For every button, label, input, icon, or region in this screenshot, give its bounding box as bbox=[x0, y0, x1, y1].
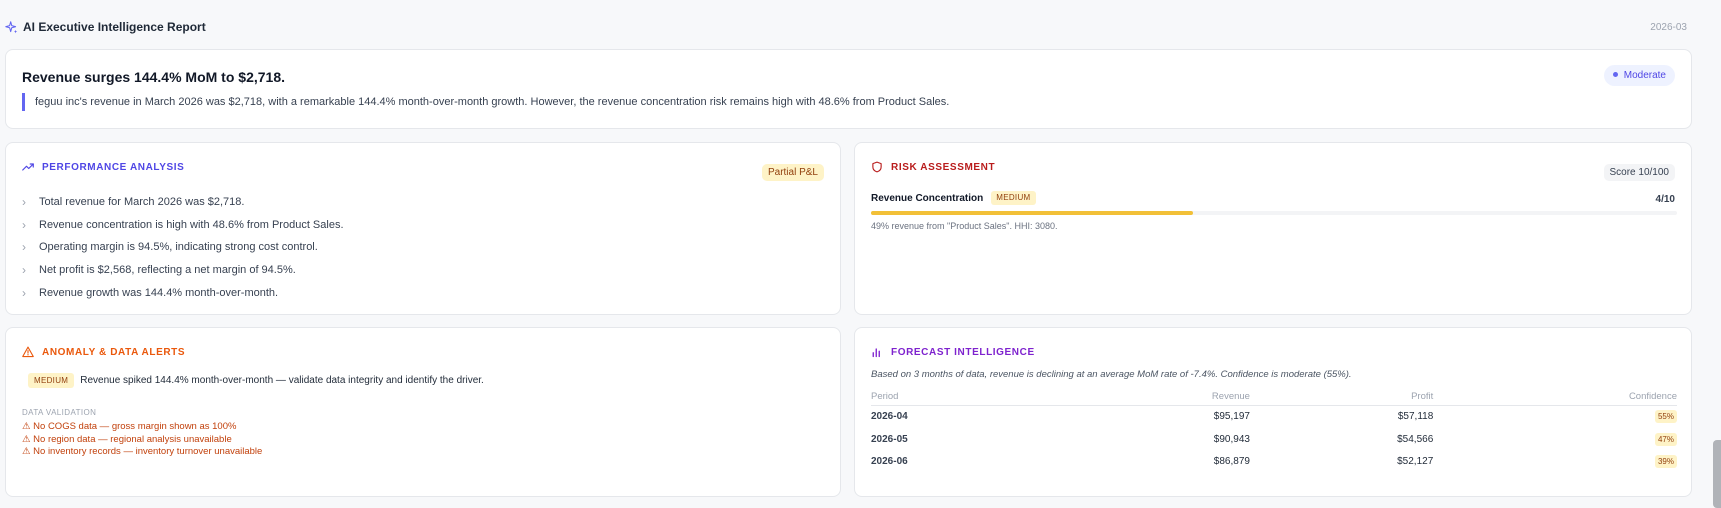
confidence-cell: 55% bbox=[1433, 405, 1677, 428]
forecast-card: FORECAST INTELLIGENCE Based on 3 months … bbox=[854, 327, 1692, 497]
performance-card: PERFORMANCE ANALYSIS Partial P&L › Total … bbox=[5, 142, 841, 315]
list-item: › Revenue growth was 144.4% month-over-mo… bbox=[22, 281, 344, 304]
list-item: ⚠ No COGS data — gross margin shown as 1… bbox=[22, 421, 237, 432]
sparkles-icon bbox=[5, 21, 18, 34]
report-header: AI Executive Intelligence Report 2026-03 bbox=[0, 0, 1721, 50]
chevron-right-icon: › bbox=[22, 285, 26, 300]
forecast-table: Period Revenue Profit Confidence 2026-04… bbox=[871, 388, 1677, 473]
period-cell: 2026-05 bbox=[871, 433, 908, 445]
severity-badge: MEDIUM bbox=[28, 373, 75, 388]
risk-card: RISK ASSESSMENT Score 10/100 Revenue Con… bbox=[854, 142, 1692, 315]
list-item: › Total revenue for March 2026 was $2,718… bbox=[22, 191, 344, 214]
risk-progress-fill bbox=[871, 211, 1194, 215]
table-header-row: Period Revenue Profit Confidence bbox=[871, 388, 1677, 406]
performance-item-text: Revenue growth was 144.4% month-over-mon… bbox=[39, 286, 279, 299]
confidence-badge: 55% bbox=[1654, 410, 1677, 424]
anomaly-title: ANOMALY & DATA ALERTS bbox=[42, 346, 186, 358]
risk-header: RISK ASSESSMENT bbox=[871, 161, 995, 173]
anomaly-alert-text: Revenue spiked 144.4% month-over-month —… bbox=[80, 375, 484, 386]
performance-list: › Total revenue for March 2026 was $2,718… bbox=[22, 191, 344, 304]
list-item: ⚠ No region data — regional analysis una… bbox=[22, 433, 232, 445]
list-item: › Operating margin is 94.5%, indicating s… bbox=[22, 236, 344, 259]
risk-title: RISK ASSESSMENT bbox=[891, 161, 996, 173]
performance-item-text: Operating margin is 94.5%, indicating st… bbox=[39, 241, 318, 254]
severity-badge: MEDIUM bbox=[991, 191, 1036, 205]
profit-cell: $57,118 bbox=[1397, 411, 1434, 423]
risk-item-label: Revenue Concentration MEDIUM bbox=[871, 191, 1036, 205]
table-row: 2026-04 $95,197 $57,118 55% bbox=[871, 405, 1677, 428]
performance-item-text: Total revenue for March 2026 was $2,718. bbox=[39, 196, 245, 209]
period-cell: 2026-06 bbox=[871, 456, 908, 468]
data-validation-list: ⚠ No COGS data — gross margin shown as 1… bbox=[22, 421, 262, 459]
table-row: 2026-06 $86,879 $52,127 39% bbox=[871, 450, 1677, 473]
performance-item-text: Net profit is $2,568, reflecting a net m… bbox=[39, 264, 296, 277]
column-header-period: Period bbox=[871, 388, 1058, 406]
confidence-badge: 47% bbox=[1654, 432, 1677, 446]
revenue-cell: $86,879 bbox=[1213, 456, 1250, 468]
list-item: ⚠ No inventory records — inventory turno… bbox=[22, 446, 263, 457]
list-item: › Revenue concentration is high with 48.6… bbox=[22, 214, 344, 237]
shield-icon bbox=[872, 161, 882, 173]
forecast-description: Based on 3 months of data, revenue is de… bbox=[871, 369, 1352, 380]
profit-cell: $54,566 bbox=[1397, 433, 1434, 445]
revenue-cell: $95,197 bbox=[1213, 411, 1250, 423]
risk-score-badge: Score 10/100 bbox=[1603, 164, 1675, 181]
chevron-right-icon: › bbox=[22, 195, 26, 210]
performance-item-text: Revenue concentration is high with 48.6%… bbox=[39, 218, 344, 231]
confidence-cell: 39% bbox=[1433, 450, 1677, 473]
chevron-right-icon: › bbox=[22, 263, 26, 278]
forecast-header: FORECAST INTELLIGENCE bbox=[871, 346, 1035, 358]
trending-up-icon bbox=[22, 163, 34, 171]
profit-cell: $52,127 bbox=[1397, 456, 1434, 468]
confidence-cell: 47% bbox=[1433, 428, 1677, 451]
report-period: 2026-03 bbox=[1650, 22, 1687, 33]
risk-item-name: Revenue Concentration bbox=[871, 192, 984, 204]
column-header-profit: Profit bbox=[1249, 388, 1434, 406]
performance-header: PERFORMANCE ANALYSIS bbox=[22, 161, 184, 173]
anomaly-header: ANOMALY & DATA ALERTS bbox=[22, 346, 185, 358]
risk-item-score: 4/10 bbox=[1655, 194, 1675, 205]
risk-progress-track bbox=[871, 211, 1677, 215]
chevron-right-icon: › bbox=[22, 217, 26, 232]
column-header-revenue: Revenue bbox=[1057, 388, 1250, 406]
anomaly-card: ANOMALY & DATA ALERTS MEDIUM Revenue spi… bbox=[5, 327, 841, 497]
forecast-title: FORECAST INTELLIGENCE bbox=[891, 346, 1035, 358]
page-scrollbar[interactable] bbox=[1713, 440, 1721, 508]
column-header-confidence: Confidence bbox=[1433, 388, 1677, 406]
confidence-badge: 39% bbox=[1654, 455, 1677, 469]
period-cell: 2026-04 bbox=[871, 411, 908, 423]
summary-headline: Revenue surges 144.4% MoM to $2,718. bbox=[22, 69, 285, 85]
confidence-badge-label: Moderate bbox=[1623, 70, 1666, 81]
bar-chart-icon bbox=[872, 348, 880, 358]
report-title: AI Executive Intelligence Report bbox=[23, 20, 206, 34]
performance-title: PERFORMANCE ANALYSIS bbox=[42, 161, 185, 173]
chevron-right-icon: › bbox=[22, 240, 26, 255]
table-row: 2026-05 $90,943 $54,566 47% bbox=[871, 428, 1677, 451]
data-validation-title: DATA VALIDATION bbox=[22, 408, 97, 417]
status-dot bbox=[1612, 71, 1618, 77]
summary-body: feguu inc's revenue in March 2026 was $2… bbox=[22, 93, 949, 111]
confidence-badge: Moderate bbox=[1603, 65, 1675, 86]
warning-icon bbox=[22, 346, 34, 358]
anomaly-alert: MEDIUM Revenue spiked 144.4% month-over-… bbox=[28, 373, 484, 388]
list-item: › Net profit is $2,568, reflecting a net … bbox=[22, 259, 344, 282]
summary-card: Revenue surges 144.4% MoM to $2,718. feg… bbox=[5, 49, 1692, 129]
revenue-cell: $90,943 bbox=[1213, 433, 1250, 445]
partial-pl-badge: Partial P&L bbox=[761, 164, 824, 181]
risk-item-detail: 49% revenue from "Product Sales". HHI: 3… bbox=[871, 221, 1058, 231]
